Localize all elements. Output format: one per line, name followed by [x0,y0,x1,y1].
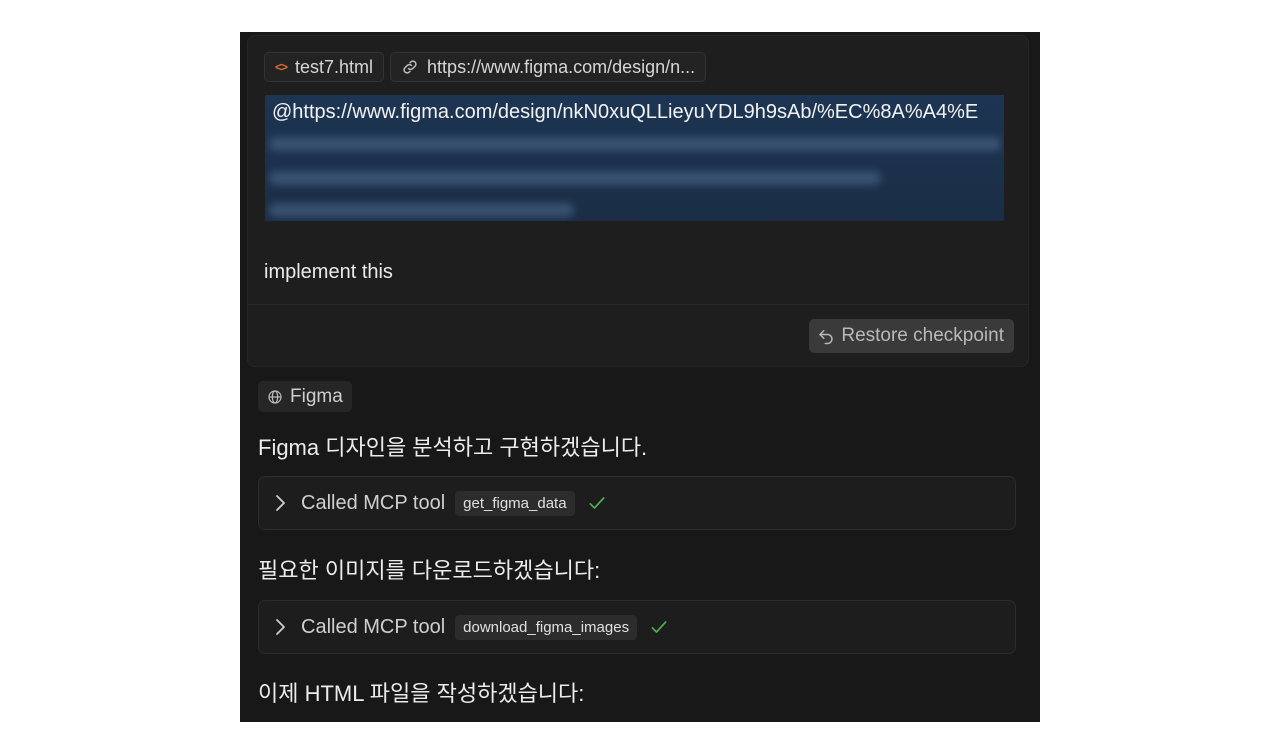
code-icon: <> [275,60,288,74]
context-chip-link[interactable]: https://www.figma.com/design/n... [390,52,707,82]
globe-icon [268,389,282,404]
context-chip-file[interactable]: <> test7.html [264,52,385,82]
context-chip-link-label: https://www.figma.com/design/n... [427,56,696,77]
restore-checkpoint-label: Restore checkpoint [841,325,1004,346]
link-icon [403,60,417,74]
restore-checkpoint-button[interactable]: Restore checkpoint [809,319,1014,353]
mention-url-text: @https://www.figma.com/design/nkN0xuQLLi… [272,101,979,123]
tool-name-badge: download_figma_images [455,614,638,640]
chevron-right-icon[interactable] [273,494,287,512]
chevron-right-icon[interactable] [273,618,287,636]
undo-icon [819,330,834,345]
tool-call-row-get-figma-data[interactable]: Called MCP tool get_figma_data [258,476,1016,530]
source-chip-figma[interactable]: Figma [258,381,352,412]
tool-name-badge: get_figma_data [455,490,575,516]
figma-link-mention[interactable]: @https://www.figma.com/design/nkN0xuQLLi… [265,95,1004,221]
user-message-card[interactable]: <> test7.html https://www.figma.com/desi… [247,35,1029,367]
source-chip-label: Figma [290,385,343,407]
tool-call-row-download-figma-images[interactable]: Called MCP tool download_figma_images [258,600,1016,654]
assistant-text-3: 이제 HTML 파일을 작성하겠습니다: [258,681,585,706]
message-divider [248,304,1028,305]
context-chips: <> test7.html https://www.figma.com/desi… [264,52,707,82]
redacted-line [269,137,1001,151]
tool-call-label: Called MCP tool [301,491,446,514]
assistant-text-1: Figma 디자인을 분석하고 구현하겠습니다. [258,435,648,460]
redacted-line [269,171,881,185]
check-icon [589,497,605,509]
redacted-line [269,203,574,217]
user-message-text: implement this [264,261,393,283]
chat-panel: <> test7.html https://www.figma.com/desi… [240,32,1040,722]
context-chip-file-label: test7.html [295,56,374,77]
tool-call-label: Called MCP tool [301,615,446,638]
assistant-text-2: 필요한 이미지를 다운로드하겠습니다: [258,558,601,583]
check-icon [651,621,667,633]
